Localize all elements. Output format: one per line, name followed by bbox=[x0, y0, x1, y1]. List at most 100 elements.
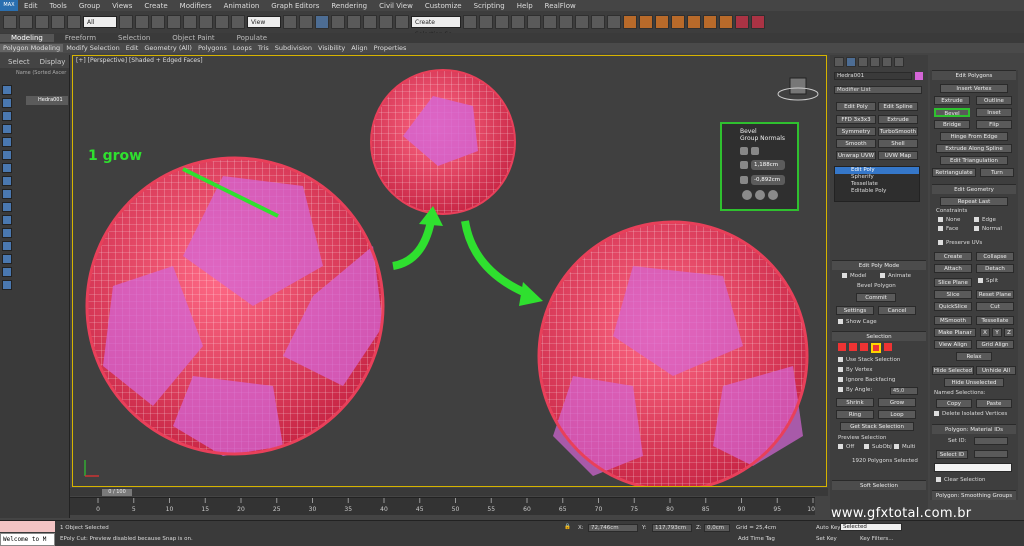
material-editor-icon[interactable] bbox=[559, 15, 573, 29]
soft-selection-header[interactable]: Soft Selection bbox=[832, 480, 926, 490]
shrink-button[interactable]: Shrink bbox=[836, 398, 874, 407]
hierarchy-tab-icon[interactable] bbox=[858, 57, 868, 67]
show-cage-checkbox[interactable]: Show Cage bbox=[838, 319, 877, 325]
scene-column-header[interactable]: Name (Sorted Ascer bbox=[16, 70, 68, 76]
maxscript-mini-listener[interactable]: Welcome to M bbox=[0, 533, 55, 546]
planar-x-button[interactable]: X bbox=[980, 328, 990, 337]
menu-tools[interactable]: Tools bbox=[44, 2, 73, 10]
preview-off-radio[interactable]: Off bbox=[838, 444, 854, 450]
detach-button[interactable]: Detach bbox=[976, 264, 1014, 273]
link-icon[interactable] bbox=[35, 15, 49, 29]
bind-space-warp-icon[interactable] bbox=[67, 15, 81, 29]
window-crossing-icon[interactable] bbox=[167, 15, 181, 29]
menu-scripting[interactable]: Scripting bbox=[468, 2, 511, 10]
utilities-tab-icon[interactable] bbox=[894, 57, 904, 67]
menu-animation[interactable]: Animation bbox=[218, 2, 266, 10]
msmooth-button[interactable]: MSmooth bbox=[934, 316, 972, 325]
viewcube[interactable] bbox=[789, 77, 807, 95]
hinge-button[interactable]: Hinge From Edge bbox=[940, 132, 1008, 141]
mod-edit-poly-button[interactable]: Edit Poly bbox=[836, 102, 876, 111]
mod-unwrap-button[interactable]: Unwrap UVW bbox=[836, 151, 876, 160]
schematic-view-icon[interactable] bbox=[543, 15, 557, 29]
edit-triangulation-button[interactable]: Edit Triangulation bbox=[940, 156, 1008, 165]
quickslice-button[interactable]: QuickSlice bbox=[934, 302, 972, 311]
filter-hidden-icon[interactable] bbox=[2, 228, 12, 238]
outline-button[interactable]: Outline bbox=[976, 96, 1012, 105]
filter-invert-icon[interactable] bbox=[2, 267, 12, 277]
view-align-button[interactable]: View Align bbox=[934, 340, 972, 349]
angle-snap-icon[interactable] bbox=[347, 15, 361, 29]
ribbon-modify-selection[interactable]: Modify Selection bbox=[63, 44, 123, 52]
menu-create[interactable]: Create bbox=[138, 2, 173, 10]
stack-item-tessellate[interactable]: Tessellate bbox=[835, 181, 919, 188]
manipulate-icon[interactable] bbox=[299, 15, 313, 29]
edit-poly-mode-header[interactable]: Edit Poly Mode bbox=[832, 260, 926, 270]
relax-button[interactable]: Relax bbox=[956, 352, 992, 361]
maxscript-mini-listener-output[interactable] bbox=[0, 521, 55, 532]
select-id-button[interactable]: Select ID bbox=[936, 450, 968, 459]
repeat-last-button[interactable]: Repeat Last bbox=[940, 197, 1008, 206]
planar-z-button[interactable]: Z bbox=[1004, 328, 1014, 337]
polygon-icon[interactable] bbox=[871, 343, 881, 353]
constraint-face-radio[interactable]: Face bbox=[938, 226, 958, 232]
select-scale-icon[interactable] bbox=[215, 15, 229, 29]
border-icon[interactable] bbox=[860, 343, 868, 351]
key-filters-button[interactable]: Key Filters... bbox=[860, 536, 893, 542]
selection-filter-select[interactable]: All bbox=[83, 16, 117, 28]
time-slider-track[interactable] bbox=[70, 488, 828, 496]
menu-graph-editors[interactable]: Graph Editors bbox=[265, 2, 325, 10]
ribbon-geometry[interactable]: Geometry (All) bbox=[141, 44, 195, 52]
stack-item-spherify[interactable]: Spherify bbox=[835, 174, 919, 181]
filter-all-icon[interactable] bbox=[2, 241, 12, 251]
menu-views[interactable]: Views bbox=[106, 2, 138, 10]
unhide-all-button[interactable]: Unhide All bbox=[976, 366, 1016, 375]
mod-ffd-button[interactable]: FFD 3x3x3 bbox=[836, 115, 876, 124]
ring-button[interactable]: Ring bbox=[836, 410, 874, 419]
align-icon[interactable] bbox=[479, 15, 493, 29]
placement-icon[interactable] bbox=[231, 15, 245, 29]
constraint-none-radio[interactable]: None bbox=[938, 217, 960, 223]
settings-button[interactable]: Settings bbox=[836, 306, 874, 315]
ribbon-properties[interactable]: Properties bbox=[371, 44, 410, 52]
commit-button[interactable]: Commit bbox=[856, 293, 896, 302]
make-planar-button[interactable]: Make Planar bbox=[934, 328, 976, 337]
set-key-button[interactable]: Set Key bbox=[816, 536, 837, 542]
mode-model-radio[interactable]: Model bbox=[842, 273, 867, 279]
z-coordinate-field[interactable]: 0,0cm bbox=[704, 524, 730, 532]
by-angle-field[interactable]: 45,0 bbox=[890, 387, 918, 395]
constraint-normal-radio[interactable]: Normal bbox=[974, 226, 1002, 232]
perspective-viewport[interactable] bbox=[72, 55, 827, 487]
realflow-icon-8[interactable] bbox=[735, 15, 749, 29]
filter-warps-icon[interactable] bbox=[2, 150, 12, 160]
realflow-icon-2[interactable] bbox=[639, 15, 653, 29]
ribbon-edit[interactable]: Edit bbox=[123, 44, 142, 52]
set-id-field[interactable] bbox=[974, 437, 1008, 445]
rect-selection-icon[interactable] bbox=[151, 15, 165, 29]
create-button[interactable]: Create bbox=[934, 252, 972, 261]
ribbon-polygon-modeling[interactable]: Polygon Modeling bbox=[0, 44, 64, 52]
render-icon[interactable] bbox=[607, 15, 621, 29]
bevel-outline-field[interactable]: -0,892cm bbox=[751, 175, 785, 185]
menu-civil-view[interactable]: Civil View bbox=[373, 2, 419, 10]
tab-object-paint[interactable]: Object Paint bbox=[161, 34, 225, 42]
bevel-height-field[interactable]: 1,188cm bbox=[751, 160, 785, 170]
split-checkbox[interactable]: Split bbox=[978, 278, 998, 284]
grid-align-button[interactable]: Grid Align bbox=[976, 340, 1014, 349]
pivot-center-icon[interactable] bbox=[283, 15, 297, 29]
rendered-frame-icon[interactable] bbox=[591, 15, 605, 29]
insert-vertex-button[interactable]: Insert Vertex bbox=[940, 84, 1008, 93]
realflow-icon-1[interactable] bbox=[623, 15, 637, 29]
object-name-field[interactable]: Hedra001 bbox=[834, 72, 912, 80]
modify-tab-icon[interactable] bbox=[846, 57, 856, 67]
ignore-backfacing-checkbox[interactable]: Ignore Backfacing bbox=[838, 377, 895, 383]
curve-editor-icon[interactable] bbox=[527, 15, 541, 29]
tab-freeform[interactable]: Freeform bbox=[54, 34, 107, 42]
retriangulate-button[interactable]: Retriangulate bbox=[932, 168, 976, 177]
smoothing-groups-header[interactable]: Polygon: Smoothing Groups bbox=[932, 490, 1016, 500]
realflow-icon-4[interactable] bbox=[671, 15, 685, 29]
group-normals-icon[interactable] bbox=[740, 147, 748, 155]
tab-modeling[interactable]: Modeling bbox=[0, 34, 54, 42]
extrude-button[interactable]: Extrude bbox=[934, 96, 970, 105]
filter-geometry-icon[interactable] bbox=[2, 85, 12, 95]
selection-header[interactable]: Selection bbox=[832, 331, 926, 341]
